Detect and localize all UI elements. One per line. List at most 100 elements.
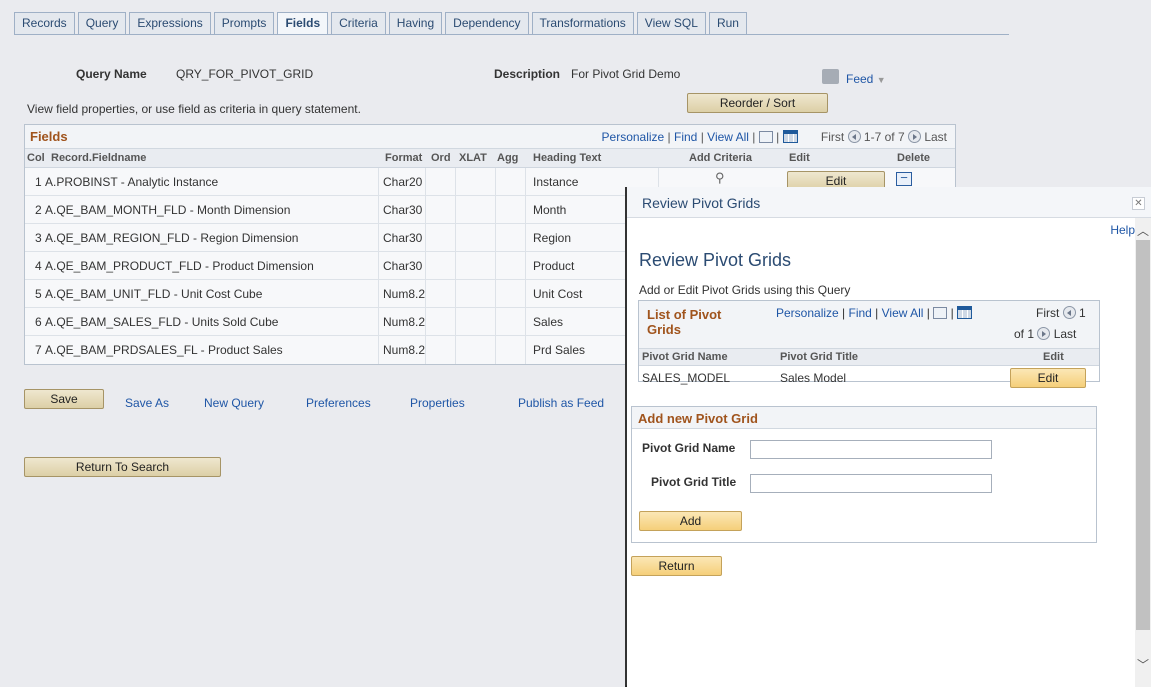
tab-having[interactable]: Having (388, 12, 443, 34)
add-panel-title: Add new Pivot Grid (638, 411, 758, 426)
tab-fields[interactable]: Fields (277, 12, 329, 34)
add-pivot-grid-panel: Add new Pivot Grid Pivot Grid Name Pivot… (631, 406, 1097, 543)
list-col-title: Pivot Grid Title (780, 351, 859, 363)
list-nav: Personalize | Find | View All | | (776, 306, 973, 320)
row-heading: Prd Sales (533, 343, 586, 357)
first-label: First (820, 130, 845, 144)
list-title-line2: Grids (647, 322, 681, 337)
col-header-edit: Edit (789, 152, 810, 164)
download-grid-icon[interactable] (782, 130, 798, 143)
help-link[interactable]: Help (1110, 223, 1135, 237)
tab-criteria[interactable]: Criteria (331, 12, 386, 34)
last-label: Last (924, 130, 947, 144)
col-header-xlat: XLAT (459, 152, 487, 164)
page: Records Query Expressions Prompts Fields… (0, 0, 1151, 687)
tab-dependency[interactable]: Dependency (445, 12, 529, 34)
return-button[interactable]: Return (631, 556, 722, 576)
col-header-col: Col (27, 152, 45, 164)
pivot-grid-name-input[interactable] (750, 440, 992, 459)
col-header-heading: Heading Text (533, 152, 602, 164)
add-criteria-icon[interactable]: ⚲ (715, 170, 725, 186)
zoom-icon[interactable] (758, 131, 773, 143)
add-panel-header: Add new Pivot Grid (632, 407, 1096, 429)
row-col: 5 (35, 287, 42, 301)
tab-expressions[interactable]: Expressions (129, 12, 211, 34)
tab-bar: Records Query Expressions Prompts Fields… (14, 12, 747, 34)
list-last-label: Last (1053, 327, 1077, 341)
delete-row-icon[interactable]: − (896, 171, 912, 186)
new-query-link[interactable]: New Query (204, 396, 264, 410)
save-button[interactable]: Save (24, 389, 104, 409)
return-to-search-button[interactable]: Return To Search (24, 457, 221, 477)
row-col: 3 (35, 231, 42, 245)
col-header-add-criteria: Add Criteria (689, 152, 752, 164)
tab-query[interactable]: Query (77, 12, 127, 34)
row-col: 2 (35, 203, 42, 217)
modal-scrollbar[interactable]: ︿ ﹀ (1135, 218, 1151, 687)
pivot-grid-edit-button[interactable]: Edit (1010, 368, 1086, 388)
pivot-grid-list: List of Pivot Grids Personalize | Find |… (638, 300, 1100, 388)
tab-records[interactable]: Records (14, 12, 75, 34)
list-previous-icon[interactable] (1062, 306, 1076, 319)
feed-link[interactable]: Feed ▼ (846, 72, 886, 86)
list-personalize-link[interactable]: Personalize (776, 306, 839, 320)
query-name-label: Query Name (76, 67, 147, 81)
scroll-up-icon[interactable]: ︿ (1137, 222, 1149, 239)
list-next-icon[interactable] (1037, 327, 1051, 340)
list-page-num: 1 (1079, 306, 1086, 320)
row-heading: Product (533, 259, 575, 273)
feed-icon[interactable] (822, 69, 839, 84)
row-record: A.QE_BAM_MONTH_FLD - Month Dimension (45, 203, 291, 217)
row-format: Char20 (383, 175, 423, 189)
list-page-of: of 1 (1014, 327, 1035, 341)
properties-link[interactable]: Properties (410, 396, 465, 410)
modal-body: Help Review Pivot Grids Add or Edit Pivo… (627, 218, 1135, 687)
row-record: A.QE_BAM_SALES_FLD - Units Sold Cube (45, 315, 279, 329)
fields-grid-nav: Personalize | Find | View All | | First … (601, 130, 947, 144)
list-view-all-link[interactable]: View All (882, 306, 924, 320)
list-zoom-icon[interactable] (933, 307, 948, 319)
list-find-link[interactable]: Find (849, 306, 872, 320)
row-format: Char30 (383, 203, 423, 217)
tab-transformations[interactable]: Transformations (531, 12, 634, 34)
instructions-text: View field properties, or use field as c… (27, 102, 361, 116)
tab-view-sql[interactable]: View SQL (636, 12, 706, 34)
modal-heading: Review Pivot Grids (639, 250, 792, 270)
row-format: Char30 (383, 259, 423, 273)
list-col-edit: Edit (1043, 351, 1064, 363)
description-value: For Pivot Grid Demo (571, 67, 681, 81)
review-pivot-grids-modal: Review Pivot Grids ✕ Help Review Pivot G… (625, 187, 1151, 687)
preferences-link[interactable]: Preferences (306, 396, 371, 410)
row-heading: Unit Cost (533, 287, 583, 301)
tab-run[interactable]: Run (708, 12, 747, 34)
save-as-link[interactable]: Save As (125, 396, 169, 410)
pivot-grid-name: SALES_MODEL (642, 371, 731, 385)
fields-grid-header: Fields Personalize | Find | View All | |… (25, 125, 955, 149)
list-paging-bottom: of 1 Last (1014, 327, 1076, 341)
find-link[interactable]: Find (674, 130, 697, 144)
tab-divider (14, 34, 1009, 35)
publish-feed-link[interactable]: Publish as Feed (518, 396, 604, 410)
add-pivot-grid-button[interactable]: Add (639, 511, 742, 531)
description-label: Description (494, 67, 561, 81)
row-col: 4 (35, 259, 42, 273)
scroll-thumb[interactable] (1136, 240, 1150, 630)
scroll-down-icon[interactable]: ﹀ (1137, 656, 1149, 673)
close-icon[interactable]: ✕ (1132, 197, 1145, 210)
list-paging-top: First 1 (1036, 306, 1086, 320)
pivot-grid-title-label: Pivot Grid Title (651, 475, 737, 489)
col-header-format: Format (385, 152, 423, 164)
tab-prompts[interactable]: Prompts (213, 12, 275, 34)
row-format: Char30 (383, 231, 423, 245)
row-format: Num8.2 (383, 315, 426, 329)
previous-page-icon[interactable] (847, 130, 861, 143)
pivot-grid-title-input[interactable] (750, 474, 992, 493)
list-download-icon[interactable] (957, 306, 973, 319)
row-heading: Sales (533, 315, 564, 329)
view-all-link[interactable]: View All (707, 130, 749, 144)
reorder-sort-button[interactable]: Reorder / Sort (687, 93, 828, 113)
personalize-link[interactable]: Personalize (602, 130, 665, 144)
fields-grid-title: Fields (30, 129, 68, 144)
row-heading: Instance (533, 175, 579, 189)
next-page-icon[interactable] (907, 130, 921, 143)
